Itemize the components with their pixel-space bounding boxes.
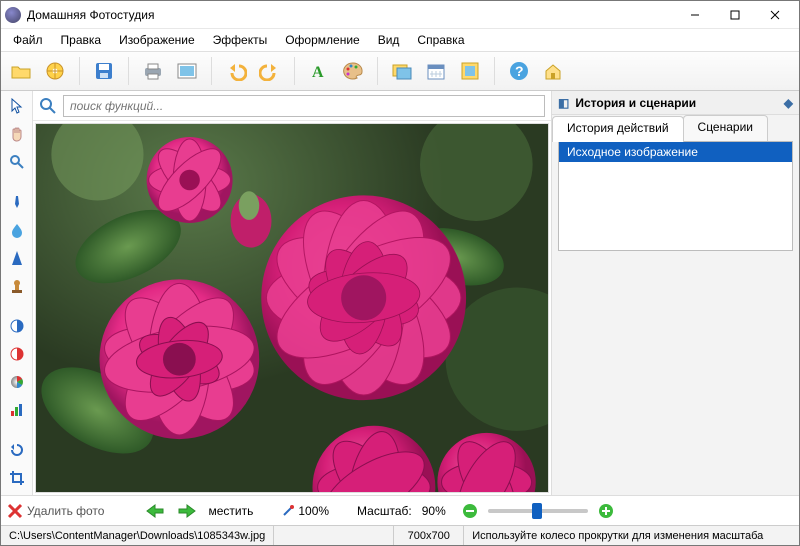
canvas-column [33,91,551,495]
tab-scenarios[interactable]: Сценарии [683,115,768,141]
right-panel-title: История и сценарии [575,96,696,110]
scale-label: Масштаб: [357,504,412,518]
content-area: ◧ История и сценарии ◆ История действий … [1,91,799,495]
stamp-tool[interactable] [5,275,29,297]
wand-icon [281,504,295,518]
menu-effects[interactable]: Эффекты [205,31,276,49]
next-image-button[interactable] [176,502,198,520]
search-icon [39,97,57,115]
pin-icon[interactable]: ◆ [784,96,793,110]
menubar: Файл Правка Изображение Эффекты Оформлен… [1,29,799,51]
bottom-bar: Удалить фото местить 100% Масштаб: 90% [1,495,799,525]
delete-photo-button[interactable]: Удалить фото [7,503,104,519]
zoom-in-button[interactable] [598,503,614,519]
hue-tool[interactable] [5,343,29,365]
menu-image[interactable]: Изображение [111,31,203,49]
delete-icon [7,503,23,519]
status-hint: Используйте колесо прокрутки для изменен… [464,526,799,545]
menu-edit[interactable]: Правка [53,31,110,49]
sharpen-tool[interactable] [5,247,29,269]
status-bar: C:\Users\ContentManager\Downloads\108534… [1,525,799,545]
undo-button[interactable] [222,57,250,85]
blur-tool[interactable] [5,219,29,241]
scale-value: 90% [422,504,452,518]
status-dimensions: 700x700 [394,526,464,545]
search-input[interactable] [63,95,545,117]
svg-text:A: A [312,64,324,81]
status-empty [274,526,394,545]
print-button[interactable] [139,57,167,85]
rotate-tool[interactable] [5,439,29,461]
prev-image-button[interactable] [144,502,166,520]
right-panel-header: ◧ История и сценарии ◆ [552,91,799,115]
collage-button[interactable] [456,57,484,85]
pointer-tool[interactable] [5,95,29,117]
toolbar: A ? [1,51,799,91]
menu-help[interactable]: Справка [409,31,472,49]
levels-tool[interactable] [5,399,29,421]
history-panel-icon: ◧ [558,96,569,110]
menu-decoration[interactable]: Оформление [277,31,367,49]
color-wheel-tool[interactable] [5,371,29,393]
gallery-button[interactable] [388,57,416,85]
menu-view[interactable]: Вид [370,31,408,49]
contrast-tool[interactable] [5,315,29,337]
search-row [33,91,551,121]
minimize-button[interactable] [675,3,715,27]
calendar-button[interactable] [422,57,450,85]
zoom-tool[interactable] [5,151,29,173]
photo-frame-button[interactable] [173,57,201,85]
svg-text:?: ? [515,63,524,79]
left-toolbox [1,91,33,495]
zoom-100-label: 100% [298,504,329,518]
zoom-slider[interactable] [488,509,588,513]
image-canvas[interactable] [35,123,549,493]
catalog-button[interactable] [41,57,69,85]
close-button[interactable] [755,3,795,27]
menu-file[interactable]: Файл [5,31,51,49]
open-folder-button[interactable] [7,57,35,85]
app-icon [5,7,21,23]
history-item[interactable]: Исходное изображение [559,142,792,162]
titlebar: Домашняя Фотостудия [1,1,799,29]
redo-button[interactable] [256,57,284,85]
text-button[interactable]: A [305,57,333,85]
hand-tool[interactable] [5,123,29,145]
fit-label[interactable]: местить [208,504,253,518]
tab-history[interactable]: История действий [552,116,684,142]
zoom-100-button[interactable]: 100% [281,504,329,518]
zoom-out-button[interactable] [462,503,478,519]
maximize-button[interactable] [715,3,755,27]
right-panel: ◧ История и сценарии ◆ История действий … [551,91,799,495]
brush-tool[interactable] [5,191,29,213]
window-title: Домашняя Фотостудия [27,8,675,22]
status-path: C:\Users\ContentManager\Downloads\108534… [1,526,274,545]
save-button[interactable] [90,57,118,85]
delete-photo-label: Удалить фото [27,504,104,518]
home-button[interactable] [539,57,567,85]
crop-tool[interactable] [5,467,29,489]
zoom-slider-thumb[interactable] [532,503,542,519]
color-palette-button[interactable] [339,57,367,85]
history-list[interactable]: Исходное изображение [558,141,793,251]
right-panel-tabs: История действий Сценарии [552,115,799,141]
help-button[interactable]: ? [505,57,533,85]
